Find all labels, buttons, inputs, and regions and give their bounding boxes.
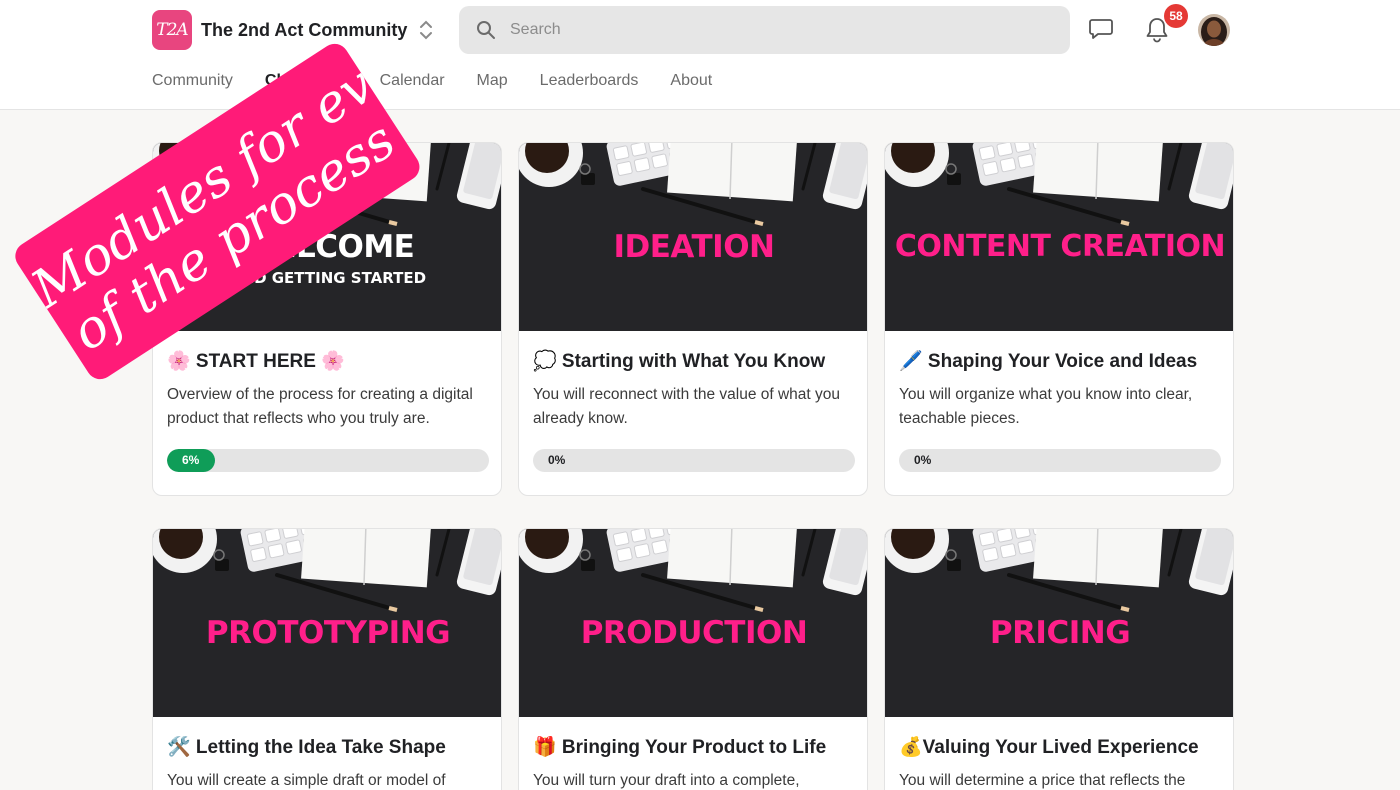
tab-leaderboards[interactable]: Leaderboards xyxy=(540,70,639,92)
notification-badge: 58 xyxy=(1164,4,1188,28)
binder-clip xyxy=(581,173,595,185)
search-bar[interactable] xyxy=(459,6,1070,54)
tab-community[interactable]: Community xyxy=(152,70,233,92)
course-title: 🎁 Bringing Your Product to Life xyxy=(533,737,827,758)
course-description: You will turn your draft into a complete… xyxy=(533,772,800,789)
course-description: You will reconnect with the value of wha… xyxy=(533,386,841,427)
progress-label: 0% xyxy=(548,453,566,467)
course-card[interactable]: PRICING 💰Valuing Your Lived Experience Y… xyxy=(884,528,1234,790)
course-title: 💰Valuing Your Lived Experience xyxy=(899,737,1199,758)
progress-label: 6% xyxy=(182,453,200,467)
progress-label: 0% xyxy=(914,453,932,467)
cover-title: CONTENT CREATION xyxy=(894,229,1226,264)
cover-title: PROTOTYPING xyxy=(205,615,451,651)
cover-title: PRODUCTION xyxy=(580,615,808,651)
tab-map[interactable]: Map xyxy=(477,70,508,92)
binder-clip xyxy=(581,559,595,571)
progress-bar: 0% xyxy=(533,449,855,472)
course-title: 🖊️ Shaping Your Voice and Ideas xyxy=(899,351,1198,372)
avatar[interactable] xyxy=(1198,14,1230,46)
course-card[interactable]: PROTOTYPING 🛠️ Letting the Idea Take Sha… xyxy=(152,528,502,790)
binder-clip xyxy=(947,173,961,185)
chevron-up-down-icon[interactable] xyxy=(418,17,434,43)
cover-title: PRICING xyxy=(989,615,1131,651)
course-card[interactable]: CONTENT CREATION 🖊️ Shaping Your Voice a… xyxy=(884,142,1234,496)
course-description: You will organize what you know into cle… xyxy=(899,386,1193,427)
progress-bar: 6% xyxy=(167,449,489,472)
progress-bar: 0% xyxy=(899,449,1221,472)
course-card[interactable]: IDEATION 💭 Starting with What You Know Y… xyxy=(518,142,868,496)
course-title: 💭 Starting with What You Know xyxy=(533,351,826,372)
cover-title: IDEATION xyxy=(613,229,775,265)
binder-clip xyxy=(947,559,961,571)
community-logo[interactable]: T2A xyxy=(152,10,192,50)
course-cover-image: PROTOTYPING xyxy=(153,529,501,717)
chat-icon[interactable] xyxy=(1086,14,1116,44)
course-description: You will determine a price that reflects… xyxy=(899,772,1186,789)
tab-about[interactable]: About xyxy=(670,70,712,92)
tab-calendar[interactable]: Calendar xyxy=(380,70,445,92)
course-title: 🌸 START HERE 🌸 xyxy=(167,351,345,372)
course-cover-image: PRICING xyxy=(885,529,1233,717)
course-cover-image: IDEATION xyxy=(519,143,867,331)
course-card[interactable]: PRODUCTION 🎁 Bringing Your Product to Li… xyxy=(518,528,868,790)
binder-clip xyxy=(215,559,229,571)
course-cover-image: PRODUCTION xyxy=(519,529,867,717)
community-name[interactable]: The 2nd Act Community xyxy=(201,20,407,41)
nav-tabs: Community Classroom Calendar Map Leaderb… xyxy=(152,70,744,92)
search-icon xyxy=(477,21,495,39)
top-header: T2A The 2nd Act Community 58 Community C… xyxy=(0,0,1400,110)
course-title: 🛠️ Letting the Idea Take Shape xyxy=(167,737,446,758)
community-switcher[interactable]: T2A The 2nd Act Community xyxy=(152,10,407,50)
search-input[interactable] xyxy=(510,21,1010,39)
course-description: You will create a simple draft or model … xyxy=(167,772,446,789)
course-cover-image: CONTENT CREATION xyxy=(885,143,1233,331)
course-description: Overview of the process for creating a d… xyxy=(167,386,473,427)
